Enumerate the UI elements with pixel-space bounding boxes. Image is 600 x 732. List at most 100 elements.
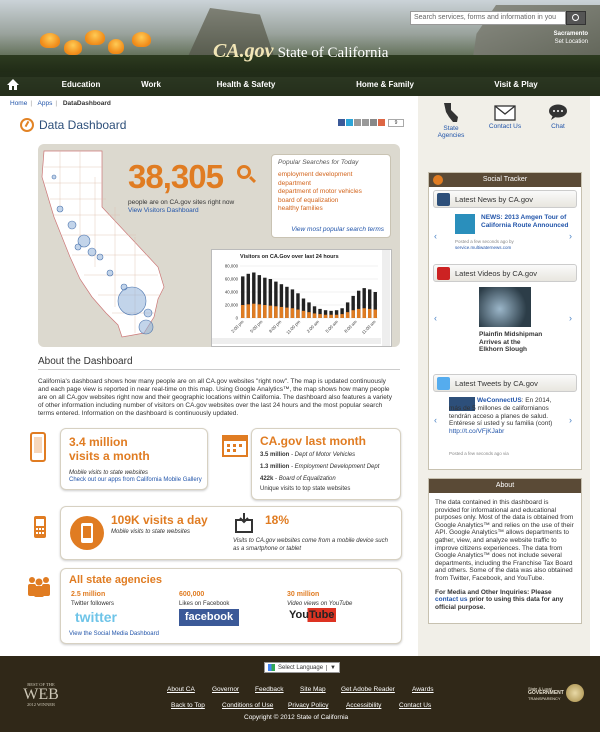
chevron-left-icon[interactable]: ‹ bbox=[434, 313, 437, 323]
nav-health-safety[interactable]: Health & Safety bbox=[166, 80, 326, 89]
footer-governor-link[interactable]: Governor bbox=[212, 686, 239, 693]
chart-xtick-label: 2:00 pm bbox=[230, 319, 245, 334]
contact-us-button[interactable]: Contact Us bbox=[483, 105, 527, 130]
social-dashboard-link[interactable]: View the Social Media Dashboard bbox=[69, 631, 159, 637]
chart-bar-mobile bbox=[241, 305, 245, 318]
nav-home-family[interactable]: Home & Family bbox=[326, 80, 444, 89]
chevron-right-icon[interactable]: › bbox=[569, 313, 572, 323]
home-button[interactable] bbox=[0, 72, 26, 96]
footer-awards-link[interactable]: Awards bbox=[412, 686, 434, 693]
contact-us-label: Contact Us bbox=[488, 123, 522, 130]
agencies-card: All state agencies 2.5 million Twitter f… bbox=[60, 568, 402, 644]
tweet-user-link[interactable]: WeConnectUS bbox=[477, 397, 522, 404]
people-group-icon bbox=[28, 577, 50, 597]
news-item: ‹ NEWS: 2013 Amgen Tour of California Ro… bbox=[429, 211, 581, 261]
row-label: - Employment Development Dept bbox=[291, 464, 380, 470]
chevron-left-icon[interactable]: ‹ bbox=[434, 415, 437, 425]
footer-accessibility-link[interactable]: Accessibility bbox=[346, 702, 381, 709]
popular-item[interactable]: board of equalization bbox=[278, 197, 384, 206]
more-share-icon[interactable] bbox=[362, 119, 369, 126]
youtube-label: Video views on YouTube bbox=[287, 601, 353, 607]
mobile-visits-caption: Mobile visits to state websites bbox=[69, 470, 149, 476]
visitor-count: 38,305 bbox=[128, 158, 224, 195]
mobile-gallery-link[interactable]: Check out our apps from California Mobil… bbox=[69, 477, 202, 483]
site-logo[interactable]: CA.gov State of California bbox=[213, 40, 388, 63]
latest-news-header: Latest News by CA.gov bbox=[433, 190, 577, 208]
facebook-share-icon[interactable] bbox=[338, 119, 345, 126]
search-input[interactable]: Search services, forms and information i… bbox=[410, 11, 566, 25]
chart-scrollbar[interactable] bbox=[382, 250, 390, 346]
video-title[interactable]: Plainfin Midshipman Arrives at the Elkho… bbox=[479, 331, 543, 354]
footer-feedback-link[interactable]: Feedback bbox=[255, 686, 284, 693]
about-note-text: For Media and Other Inquiries: Please bbox=[435, 588, 552, 596]
print-icon[interactable] bbox=[370, 119, 377, 126]
news-title-link[interactable]: NEWS: 2013 Amgen Tour of California Rout… bbox=[481, 214, 569, 229]
search-button[interactable] bbox=[566, 11, 586, 25]
popular-item[interactable]: healthy families bbox=[278, 205, 384, 214]
chart-ytick-label: 80,000 bbox=[225, 264, 239, 269]
nav-visit-play[interactable]: Visit & Play bbox=[444, 80, 588, 89]
news-thumbnail[interactable] bbox=[455, 214, 475, 234]
youtube-logo[interactable]: YouTube bbox=[287, 608, 337, 626]
state-agencies-button[interactable]: State Agencies bbox=[432, 103, 470, 139]
breadcrumb-apps[interactable]: Apps bbox=[38, 100, 53, 107]
footer-back-to-top-link[interactable]: Back to Top bbox=[171, 702, 205, 709]
chart-horizontal-scrollbar[interactable] bbox=[212, 338, 381, 344]
calendar-icon bbox=[222, 435, 248, 457]
divider bbox=[38, 369, 400, 370]
row-value: 3.5 million bbox=[260, 452, 290, 458]
set-location-link[interactable]: Set Location bbox=[555, 39, 588, 45]
tweet-link[interactable]: http://t.co/VFjKJabr bbox=[449, 428, 504, 435]
share-bar bbox=[338, 119, 385, 126]
footer-conditions-link[interactable]: Conditions of Use bbox=[222, 702, 273, 709]
visitors-dashboard-link[interactable]: View Visitors Dashboard bbox=[128, 207, 199, 214]
video-thumbnail[interactable] bbox=[479, 287, 531, 327]
facebook-logo[interactable]: facebook bbox=[179, 609, 239, 626]
email-share-icon[interactable] bbox=[354, 119, 361, 126]
chart-bar-mobile bbox=[323, 314, 328, 318]
chat-button[interactable]: Chat bbox=[542, 104, 574, 130]
popular-item[interactable]: employment development department bbox=[278, 171, 384, 188]
poppy-flower bbox=[64, 40, 82, 55]
footer-about-link[interactable]: About CA bbox=[167, 686, 195, 693]
popular-item[interactable]: department of motor vehicles bbox=[278, 188, 384, 197]
news-source-link[interactable]: service.multiwaternews.com bbox=[455, 245, 511, 250]
nav-education[interactable]: Education bbox=[26, 80, 136, 89]
footer-sitemap-link[interactable]: Site Map bbox=[300, 686, 326, 693]
footer-contact-link[interactable]: Contact Us bbox=[399, 702, 431, 709]
chevron-right-icon[interactable]: › bbox=[569, 415, 572, 425]
chart-bar-mobile bbox=[252, 303, 256, 318]
popular-searches-box: Popular Searches for Today employment de… bbox=[271, 154, 391, 238]
award-web-text: WEB bbox=[23, 686, 59, 703]
language-select[interactable]: Select Language ▼ bbox=[264, 662, 340, 673]
plus-share-icon[interactable] bbox=[378, 119, 385, 126]
mobile-visits-unit: visits a month bbox=[69, 449, 150, 463]
footer-adobe-link[interactable]: Get Adobe Reader bbox=[341, 686, 395, 693]
smartphone-icon bbox=[30, 432, 46, 462]
visitor-caption: people are on CA.gov sites right now bbox=[128, 199, 235, 206]
youtube-badge-icon bbox=[437, 266, 450, 280]
chart-bar-mobile bbox=[329, 314, 333, 318]
twitter-label: Twitter followers bbox=[71, 601, 115, 607]
chart-bar-mobile bbox=[368, 308, 372, 318]
chart-bar-mobile bbox=[290, 308, 295, 318]
twitter-share-icon[interactable] bbox=[346, 119, 353, 126]
social-tracker-header: Social Tracker bbox=[429, 173, 581, 187]
nav-work[interactable]: Work bbox=[136, 80, 166, 89]
location-box: Sacramento Set Location bbox=[554, 30, 588, 46]
latest-tweets-title: Latest Tweets by CA.gov bbox=[455, 378, 538, 388]
main-nav: Education Work Health & Safety Home & Fa… bbox=[0, 72, 600, 96]
california-icon bbox=[444, 103, 458, 122]
chat-bubble-icon bbox=[549, 104, 567, 120]
chevron-right-icon[interactable]: › bbox=[569, 231, 572, 241]
share-count: 9 bbox=[388, 119, 404, 127]
twitter-logo[interactable]: twitter bbox=[75, 609, 137, 625]
popular-more-link[interactable]: View most popular search terms bbox=[291, 226, 384, 233]
about-contact-link[interactable]: contact us bbox=[435, 596, 468, 603]
breadcrumb-home[interactable]: Home bbox=[10, 100, 27, 107]
latest-videos-title: Latest Videos by CA.gov bbox=[455, 268, 537, 278]
footer-privacy-link[interactable]: Privacy Policy bbox=[288, 702, 328, 709]
chevron-left-icon[interactable]: ‹ bbox=[434, 231, 437, 241]
youtube-number: 30 million bbox=[287, 591, 320, 598]
row-value: 422k bbox=[260, 476, 274, 482]
